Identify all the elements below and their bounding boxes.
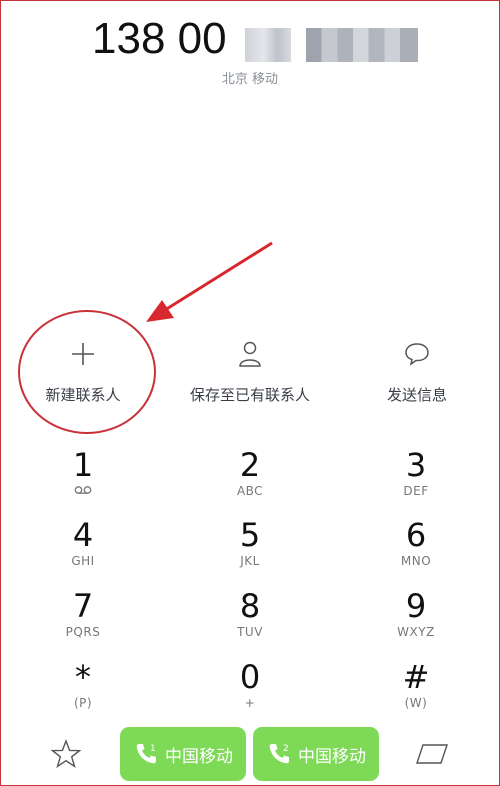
svg-text:2: 2 bbox=[283, 744, 289, 754]
backspace-icon bbox=[416, 744, 448, 764]
key-digit: 0 bbox=[239, 658, 261, 696]
key-8[interactable]: 8 TUV bbox=[190, 589, 310, 655]
key-digit: # bbox=[402, 658, 430, 696]
key-digit: 6 bbox=[405, 516, 427, 554]
star-icon bbox=[50, 739, 82, 769]
key-digit: 3 bbox=[405, 446, 427, 484]
redacted-digits-mosaic bbox=[245, 28, 291, 62]
person-icon bbox=[180, 336, 320, 372]
key-9[interactable]: 9 WXYZ bbox=[356, 589, 476, 655]
key-digit: 5 bbox=[239, 516, 261, 554]
key-letters: + bbox=[244, 696, 256, 710]
key-letters: JKL bbox=[240, 554, 260, 568]
key-6[interactable]: 6 MNO bbox=[356, 518, 476, 584]
key-letters: (P) bbox=[73, 696, 93, 710]
delete-button[interactable] bbox=[414, 742, 450, 766]
favorites-star-button[interactable] bbox=[50, 738, 82, 770]
key-letters: (W) bbox=[404, 696, 428, 710]
call-sim1-label: 中国移动 bbox=[165, 746, 233, 767]
plus-icon bbox=[13, 336, 153, 372]
key-star[interactable]: * (P) bbox=[23, 660, 143, 726]
chat-bubble-icon bbox=[347, 336, 487, 372]
save-to-existing-label: 保存至已有联系人 bbox=[189, 386, 310, 404]
call-sim1-button[interactable]: 1 中国移动 bbox=[120, 727, 246, 781]
key-digit: 4 bbox=[72, 516, 94, 554]
key-digit: 1 bbox=[72, 446, 94, 484]
dialed-number-text: 138 00 bbox=[92, 14, 227, 63]
call-sim2-label: 中国移动 bbox=[298, 746, 366, 767]
new-contact-button[interactable]: 新建联系人 bbox=[13, 336, 153, 405]
redacted-digits-mosaic bbox=[306, 28, 418, 62]
key-digit: 7 bbox=[72, 587, 94, 625]
key-digit: 9 bbox=[405, 587, 427, 625]
key-letters: DEF bbox=[403, 484, 429, 498]
new-contact-label: 新建联系人 bbox=[45, 386, 121, 404]
voicemail-icon bbox=[23, 484, 143, 498]
key-letters: TUV bbox=[237, 625, 263, 639]
key-letters: WXYZ bbox=[397, 625, 435, 639]
call-sim2-button[interactable]: 2 中国移动 bbox=[253, 727, 379, 781]
key-0[interactable]: 0 + bbox=[190, 660, 310, 726]
send-message-button[interactable]: 发送信息 bbox=[347, 336, 487, 405]
annotation-arrow-line bbox=[164, 241, 273, 312]
svg-text:1: 1 bbox=[150, 744, 156, 754]
key-letters: ABC bbox=[236, 484, 264, 498]
number-location-carrier: 北京 移动 bbox=[221, 72, 279, 87]
key-5[interactable]: 5 JKL bbox=[190, 518, 310, 584]
key-digit: 8 bbox=[239, 587, 261, 625]
key-hash[interactable]: # (W) bbox=[356, 660, 476, 726]
annotation-arrowhead bbox=[146, 300, 174, 322]
key-2[interactable]: 2 ABC bbox=[190, 448, 310, 514]
key-letters: MNO bbox=[400, 554, 432, 568]
key-digit: 2 bbox=[239, 446, 261, 484]
save-to-existing-contact-button[interactable]: 保存至已有联系人 bbox=[180, 336, 320, 405]
dialed-number-display: 138 00 bbox=[0, 12, 500, 68]
phone-sim1-icon: 1 bbox=[136, 744, 156, 764]
key-letters: GHI bbox=[71, 554, 95, 568]
key-7[interactable]: 7 PQRS bbox=[23, 589, 143, 655]
key-4[interactable]: 4 GHI bbox=[23, 518, 143, 584]
key-3[interactable]: 3 DEF bbox=[356, 448, 476, 514]
key-digit: * bbox=[75, 658, 91, 696]
phone-sim2-icon: 2 bbox=[269, 744, 289, 764]
key-letters: PQRS bbox=[65, 625, 101, 639]
send-message-label: 发送信息 bbox=[386, 386, 447, 404]
key-1[interactable]: 1 bbox=[23, 448, 143, 514]
